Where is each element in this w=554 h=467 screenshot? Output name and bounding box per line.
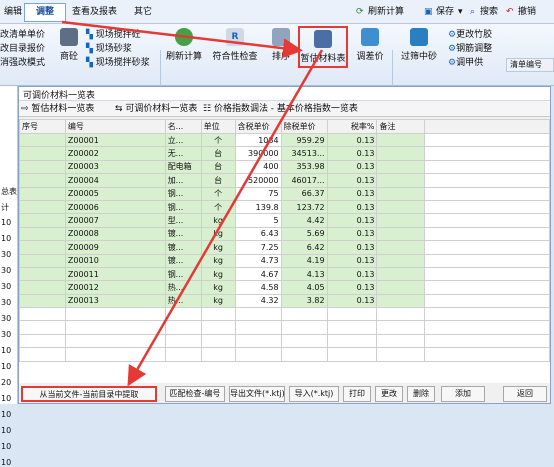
background-cell: 10 <box>1 442 12 451</box>
annotation-arrows <box>61 20 324 387</box>
arrow-materials-to-extract <box>127 49 324 387</box>
background-cell: 10 <box>1 426 12 435</box>
background-cell: 10 <box>1 458 12 467</box>
background-cell: 10 <box>1 410 12 419</box>
arrow-adjust-to-materials <box>61 20 303 59</box>
